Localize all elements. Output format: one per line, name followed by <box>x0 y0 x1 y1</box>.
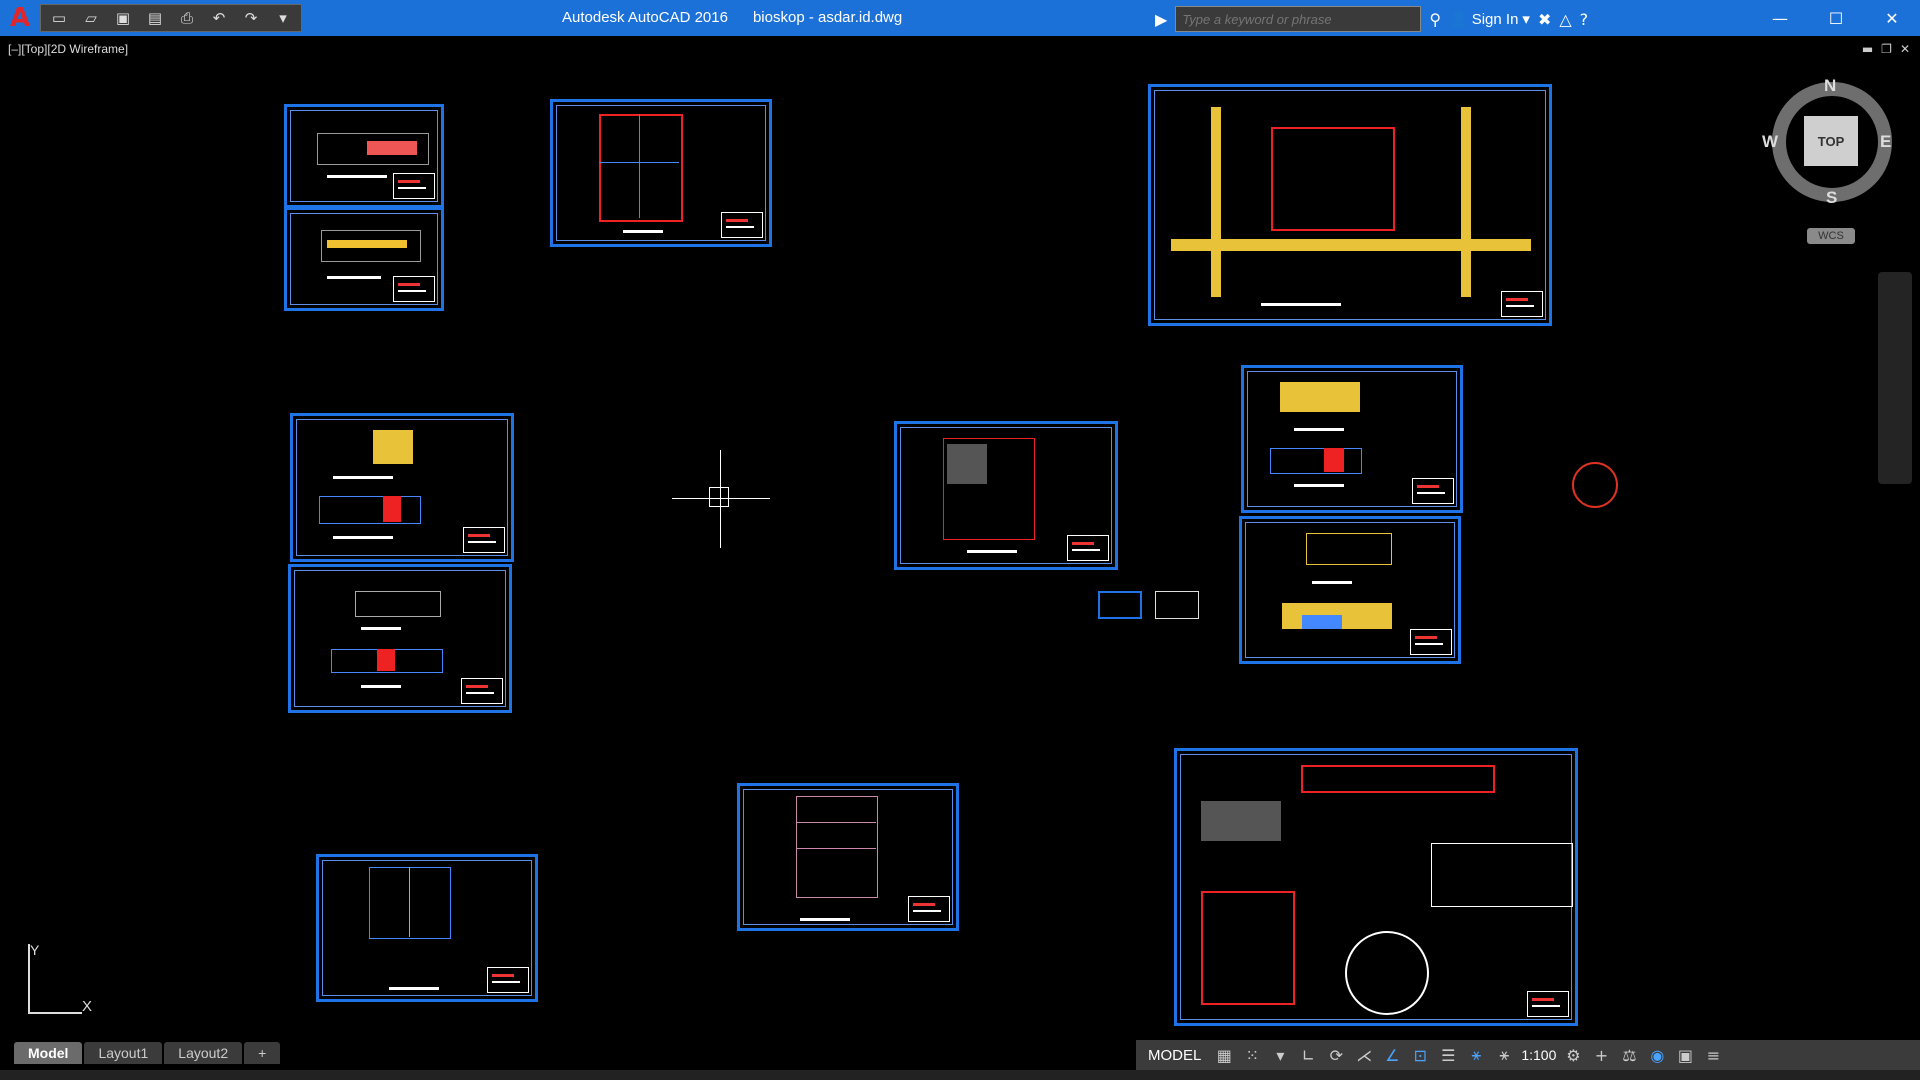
viewport-controls-label[interactable]: [–][Top][2D Wireframe] <box>8 42 128 56</box>
autocad-logo-icon[interactable]: A <box>0 0 40 36</box>
snap-mode-icon[interactable]: ⁙ <box>1241 1046 1263 1065</box>
user-icon: 👤 <box>1449 11 1468 28</box>
drawing-sheet[interactable] <box>284 207 444 311</box>
window-controls: — ☐ ✕ <box>1752 0 1920 36</box>
compass-south[interactable]: S <box>1826 188 1837 208</box>
drawing-sheet[interactable] <box>1239 516 1461 664</box>
clean-screen-icon[interactable]: ▣ <box>1674 1046 1696 1065</box>
auto-scale-icon[interactable]: ⚹ <box>1493 1045 1515 1065</box>
title-bar: A ▭ ▱ ▣ ▤ ⎙ ↶ ↷ ▾ Autodesk AutoCAD 2016 … <box>0 0 1920 36</box>
tab-new-layout[interactable]: + <box>244 1042 281 1064</box>
workspace-gear-icon[interactable]: ⚙ <box>1562 1046 1584 1065</box>
drawing-sheet[interactable] <box>288 564 512 713</box>
help-icon[interactable]: ? <box>1580 10 1589 29</box>
annotation-scale-selector[interactable]: 1:100 <box>1521 1047 1556 1063</box>
exchange-icon[interactable]: ✖ <box>1538 10 1551 29</box>
navigation-bar[interactable] <box>1878 272 1912 484</box>
ucs-y-label: Y <box>30 942 40 958</box>
viewcube-top-face[interactable]: TOP <box>1804 116 1858 166</box>
redo-icon[interactable]: ↷ <box>239 8 263 28</box>
small-title-block[interactable] <box>1098 591 1142 619</box>
window-title: Autodesk AutoCAD 2016 bioskop - asdar.id… <box>562 9 903 26</box>
maximize-button[interactable]: ☐ <box>1808 0 1864 36</box>
circle-object[interactable] <box>1572 462 1618 508</box>
grid-icon[interactable]: ▦ <box>1213 1046 1235 1065</box>
minimize-button[interactable]: — <box>1752 0 1808 36</box>
viewport-minimize-icon[interactable]: ▬ <box>1862 42 1873 56</box>
dropdown-icon[interactable]: ▾ <box>271 8 295 28</box>
viewport-restore-icon[interactable]: ❐ <box>1881 42 1892 56</box>
search-area: ▶ ⚲ 👤 Sign In ▾ ✖ △ ? <box>1155 6 1588 32</box>
customization-icon[interactable]: ≡ <box>1702 1046 1724 1065</box>
save-icon[interactable]: ▣ <box>111 8 135 28</box>
ucs-x-label: X <box>82 998 93 1015</box>
viewport-window-controls: ▬ ❐ ✕ <box>1862 42 1910 56</box>
annotation-visibility-icon[interactable]: ⚹ <box>1465 1045 1487 1065</box>
hardware-acceleration-icon[interactable]: ⚖ <box>1618 1046 1640 1065</box>
wcs-menu[interactable]: WCS <box>1807 228 1855 244</box>
drawing-sheet[interactable] <box>290 413 514 562</box>
sign-in-button[interactable]: 👤 Sign In ▾ <box>1449 10 1530 29</box>
model-space-button[interactable]: MODEL <box>1142 1047 1207 1064</box>
tab-layout2[interactable]: Layout2 <box>164 1042 243 1064</box>
isodraft-icon[interactable]: ⋌ <box>1353 1046 1375 1065</box>
polar-tracking-icon[interactable]: ⟳ <box>1325 1046 1347 1065</box>
chevron-down-icon: ▾ <box>1522 11 1530 28</box>
compass-west[interactable]: W <box>1762 132 1778 152</box>
isolate-objects-icon[interactable]: ◉ <box>1646 1046 1668 1065</box>
layout-tabs: Model Layout1 Layout2 + <box>0 1038 281 1064</box>
tab-model[interactable]: Model <box>14 1042 83 1064</box>
viewport-close-icon[interactable]: ✕ <box>1900 42 1910 56</box>
compass-north[interactable]: N <box>1824 76 1836 96</box>
drawing-sheet[interactable] <box>1148 84 1552 326</box>
chevron-down-icon[interactable]: ▾ <box>1269 1046 1291 1065</box>
drawing-sheet[interactable] <box>894 421 1118 570</box>
save-as-icon[interactable]: ▤ <box>143 8 167 28</box>
drawing-sheet[interactable] <box>1174 748 1578 1026</box>
ortho-icon[interactable]: ∟ <box>1297 1046 1319 1065</box>
lineweight-icon[interactable]: ☰ <box>1437 1046 1459 1065</box>
taskbar-strip <box>0 1070 1920 1080</box>
print-icon[interactable]: ⎙ <box>175 8 199 28</box>
status-bar: MODEL ▦ ⁙ ▾ ∟ ⟳ ⋌ ∠ ⊡ ☰ ⚹ ⚹ 1:100 ⚙ + ⚖ … <box>1136 1040 1920 1070</box>
new-icon[interactable]: ▭ <box>47 8 71 28</box>
empty-frame[interactable] <box>1155 591 1199 619</box>
add-icon[interactable]: + <box>1590 1046 1612 1065</box>
quick-access-toolbar: ▭ ▱ ▣ ▤ ⎙ ↶ ↷ ▾ <box>40 4 302 32</box>
compass-east[interactable]: E <box>1880 132 1891 152</box>
drawing-sheet[interactable] <box>550 99 772 247</box>
open-icon[interactable]: ▱ <box>79 8 103 28</box>
close-button[interactable]: ✕ <box>1864 0 1920 36</box>
drawing-sheet[interactable] <box>737 783 959 931</box>
autodesk-app-icon[interactable]: △ <box>1559 10 1571 29</box>
drawing-sheet[interactable] <box>316 854 538 1002</box>
search-expand-icon[interactable]: ▶ <box>1155 10 1167 29</box>
search-input[interactable] <box>1175 6 1422 32</box>
object-snap-icon[interactable]: ⊡ <box>1409 1046 1431 1065</box>
undo-icon[interactable]: ↶ <box>207 8 231 28</box>
drawing-sheet[interactable] <box>1241 365 1463 513</box>
ucs-x-axis <box>28 1012 82 1014</box>
drawing-sheet[interactable] <box>284 104 444 208</box>
binoculars-icon[interactable]: ⚲ <box>1429 10 1441 29</box>
crosshair-pickbox <box>709 487 729 507</box>
tab-layout1[interactable]: Layout1 <box>84 1042 163 1064</box>
object-snap-tracking-icon[interactable]: ∠ <box>1381 1046 1403 1065</box>
